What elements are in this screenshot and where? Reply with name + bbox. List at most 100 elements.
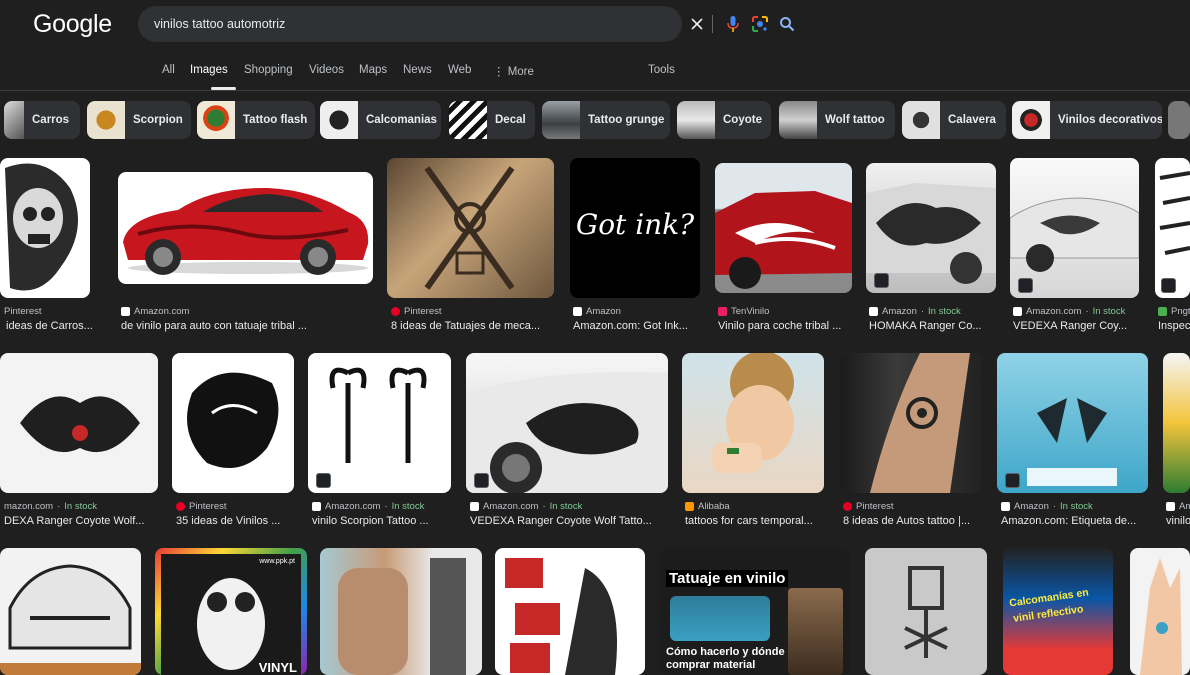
tatuaje-title-text: Tatuaje en vinilo <box>666 570 789 587</box>
owl-decal-frame: www.ppk.pt VINYL <box>161 554 301 675</box>
chip-label: Coyote <box>723 114 762 126</box>
tab-web[interactable]: Web <box>448 64 471 76</box>
search-divider <box>712 15 713 33</box>
tribal-stroke-image <box>1159 171 1190 255</box>
image-result[interactable] <box>1010 158 1139 298</box>
image-title-link[interactable]: de vinilo para auto con tatuaje tribal .… <box>121 320 307 332</box>
search-input[interactable]: vinilos tattoo automotriz <box>154 17 285 31</box>
chip-overflow[interactable] <box>1168 101 1190 139</box>
skull-image <box>5 163 78 291</box>
image-source: Pinterest <box>391 306 442 317</box>
image-result[interactable] <box>1163 353 1190 493</box>
tools-button[interactable]: Tools <box>648 64 675 76</box>
chip-thumb <box>902 101 940 139</box>
chip-thumb <box>779 101 817 139</box>
image-title-link[interactable]: VEDEXA Ranger Coy... <box>1013 320 1127 332</box>
image-title-link[interactable]: HOMAKA Ranger Co... <box>869 320 982 332</box>
image-title-link[interactable]: VEDEXA Ranger Coyote Wolf Tatto... <box>470 515 652 527</box>
tab-more[interactable]: ⋮ More <box>493 64 534 78</box>
image-source: Amazon · In stock <box>869 306 961 317</box>
chip-tattoo-grunge[interactable]: Tattoo grunge <box>542 101 670 139</box>
image-result[interactable]: Got ink? <box>570 158 700 298</box>
image-result[interactable] <box>865 548 987 675</box>
image-title-link[interactable]: 8 ideas de Autos tattoo |... <box>843 515 970 527</box>
image-result[interactable] <box>866 163 996 293</box>
chip-calcomanias[interactable]: Calcomanias <box>320 101 441 139</box>
image-result[interactable] <box>308 353 451 493</box>
search-icon[interactable] <box>775 12 799 36</box>
tatuaje-host-thumb <box>788 588 843 675</box>
image-title-link[interactable]: Vinilo para coche tribal ... <box>718 320 841 332</box>
tab-news[interactable]: News <box>403 64 432 76</box>
image-result[interactable]: Tatuaje en vinilo Cómo hacerlo y dónde c… <box>660 548 850 675</box>
image-title-link[interactable]: Amazon.com: Etiqueta de... <box>1001 515 1136 527</box>
image-title-link[interactable]: vinilo Scorpion Tattoo ... <box>312 515 429 527</box>
image-title-link[interactable]: DEXA Ranger Coyote Wolf... <box>4 515 144 527</box>
chip-thumb <box>1012 101 1050 139</box>
image-result[interactable] <box>387 158 554 298</box>
hand-tattoo-image <box>1140 558 1182 675</box>
image-result[interactable] <box>682 353 824 493</box>
image-title-link[interactable]: 35 ideas de Vinilos ... <box>176 515 280 527</box>
image-result[interactable] <box>466 353 668 493</box>
turbo-tattoo-image <box>870 353 970 493</box>
tab-maps[interactable]: Maps <box>359 64 387 76</box>
image-title-link[interactable]: tattoos for cars temporal... <box>685 515 813 527</box>
product-tag-icon <box>474 473 489 488</box>
image-result[interactable] <box>0 353 158 493</box>
child-photo-image <box>712 353 794 473</box>
image-title-link[interactable]: ideas de Carros... <box>6 320 93 332</box>
image-result[interactable] <box>320 548 482 675</box>
image-title-link[interactable]: Amazon.com: Got Ink... <box>573 320 688 332</box>
image-source: Amazon.com · In stock <box>1013 306 1125 317</box>
chip-thumb <box>320 101 358 139</box>
got-ink-text: Got ink? <box>575 208 695 241</box>
chip-label: Scorpion <box>133 114 183 126</box>
chip-thumb <box>87 101 125 139</box>
image-title-link[interactable]: vinilo <box>1166 515 1190 527</box>
chip-vinilos-decorativos[interactable]: Vinilos decorativos <box>1012 101 1162 139</box>
chip-thumb <box>677 101 715 139</box>
wolf-car-door-image <box>466 372 668 493</box>
tab-shopping[interactable]: Shopping <box>244 64 293 76</box>
chip-label: Calavera <box>948 114 996 126</box>
chip-thumb <box>197 101 235 139</box>
clear-search-icon[interactable] <box>685 12 709 36</box>
image-result[interactable]: www.ppk.pt VINYL <box>155 548 307 675</box>
piston-sketch-image <box>904 566 948 658</box>
image-title-link[interactable]: 8 ideas de Tatuajes de meca... <box>391 320 540 332</box>
image-result[interactable] <box>0 158 90 298</box>
image-result[interactable] <box>1130 548 1190 675</box>
image-source: Amazon · In stock <box>1001 501 1093 512</box>
tab-images[interactable]: Images <box>190 64 228 76</box>
chip-label: Decal <box>495 114 526 126</box>
image-result[interactable] <box>172 353 294 493</box>
chip-tattoo-flash[interactable]: Tattoo flash <box>197 101 315 139</box>
chip-scorpion[interactable]: Scorpion <box>87 101 191 139</box>
image-title-link[interactable]: Inspec <box>1158 320 1190 332</box>
chip-wolf-tattoo[interactable]: Wolf tattoo <box>779 101 895 139</box>
image-source: Amazon.com <box>121 306 189 317</box>
tatuaje-car-thumb <box>670 596 770 641</box>
google-lens-icon[interactable] <box>748 12 772 36</box>
image-result[interactable] <box>715 163 852 293</box>
image-result[interactable] <box>0 548 141 675</box>
image-result[interactable]: Calcomanías en vinil reflectivo <box>1003 548 1113 675</box>
image-result[interactable] <box>1155 158 1190 298</box>
search-box[interactable]: vinilos tattoo automotriz <box>138 6 795 42</box>
tatuaje-subtitle-1: Cómo hacerlo y dónde <box>666 646 785 658</box>
tab-all[interactable]: All <box>162 64 175 76</box>
chip-decal[interactable]: Decal <box>449 101 535 139</box>
google-logo[interactable]: Google <box>33 10 112 39</box>
chip-coyote[interactable]: Coyote <box>677 101 771 139</box>
image-result[interactable] <box>840 353 982 493</box>
chip-carros[interactable]: Carros <box>4 101 80 139</box>
image-result[interactable] <box>495 548 645 675</box>
chip-calavera[interactable]: Calavera <box>902 101 1006 139</box>
image-source: Am <box>1166 501 1190 512</box>
voice-search-icon[interactable] <box>721 12 745 36</box>
product-tag-icon <box>1018 278 1033 293</box>
image-result[interactable] <box>118 172 373 284</box>
tab-videos[interactable]: Videos <box>309 64 344 76</box>
image-result[interactable] <box>997 353 1148 493</box>
